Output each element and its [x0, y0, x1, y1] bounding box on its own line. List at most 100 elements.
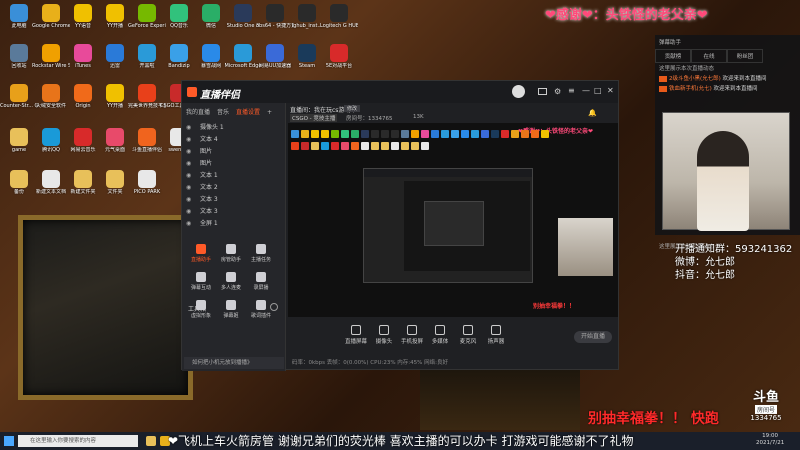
control-button[interactable]: 麦克风: [454, 325, 482, 345]
visibility-icon[interactable]: ◉: [186, 158, 191, 170]
tool-button[interactable]: 虚拟形象: [186, 297, 216, 325]
control-button[interactable]: 摄像头: [370, 325, 398, 345]
scene-item[interactable]: ◉ 图片: [182, 158, 285, 170]
preview-mini-icon: [411, 142, 419, 150]
app-icon: [10, 4, 28, 22]
control-button[interactable]: 扬声器: [482, 325, 510, 345]
tab-live-settings[interactable]: 直播设置: [236, 107, 260, 116]
menu-icon[interactable]: ≡: [568, 86, 575, 95]
tool-icon: [256, 272, 266, 282]
tab-my-live[interactable]: 我的直播: [186, 107, 210, 116]
avatar[interactable]: [512, 85, 525, 98]
mail-icon[interactable]: [538, 88, 547, 95]
scene-item[interactable]: ◉ 文本 1: [182, 170, 285, 182]
scene-item[interactable]: ◉ 全屏 1: [182, 218, 285, 230]
douyu-watermark: 斗鱼 房间号 1334765: [742, 386, 790, 422]
app-icon: [202, 44, 220, 62]
control-icon: [351, 325, 361, 335]
bell-icon[interactable]: 🔔: [588, 109, 597, 117]
fan-group-line: 开播通知群：593241362: [675, 244, 793, 255]
taskbar: 在这里输入你要搜索的内容 ❤飞机上车火箭房管 谢谢兄弟们的荧光棒 喜欢主播的可以…: [0, 432, 800, 450]
tab-add[interactable]: +: [267, 109, 272, 116]
tool-button[interactable]: 房管助手: [216, 241, 246, 269]
watermark-logo: 斗鱼: [752, 390, 779, 405]
tool-button[interactable]: 歌词插件: [246, 297, 276, 325]
tool-icon: [256, 244, 266, 254]
status-bar: 码率：0kbps 丢帧：0(0.00%) CPU:23% 内存:45% 网络:良…: [292, 360, 448, 366]
preview-mini-icon: [381, 130, 389, 138]
visibility-icon[interactable]: ◉: [186, 206, 191, 218]
close-icon[interactable]: ✕: [607, 86, 614, 95]
scene-item[interactable]: ◉ 文本 4: [182, 134, 285, 146]
app-titlebar: 直播伴侣 ⚙ ≡ — □ ✕: [182, 81, 618, 103]
taskbar-app-icon[interactable]: [146, 436, 156, 446]
tab-music[interactable]: 音乐: [217, 107, 229, 116]
control-button[interactable]: 多媒体: [426, 325, 454, 345]
visibility-icon[interactable]: ◉: [186, 194, 191, 206]
app-icon: [42, 128, 60, 146]
scene-item[interactable]: ◉ 摄像头 1: [182, 122, 285, 134]
tool-button[interactable]: 多人连麦: [216, 269, 246, 297]
clock-time: 19:00: [762, 433, 779, 439]
scene-item[interactable]: ◉ 文本 3: [182, 194, 285, 206]
scene-item[interactable]: ◉ 文本 2: [182, 182, 285, 194]
app-icon: [234, 4, 252, 22]
clock-date: 2021/7/21: [756, 440, 785, 446]
app-icon: [106, 44, 124, 62]
control-button[interactable]: 直播屏幕: [342, 325, 370, 345]
tool-button[interactable]: 直播助手: [186, 241, 216, 269]
preview-mini-icon: [451, 130, 459, 138]
visibility-icon[interactable]: ◉: [186, 170, 191, 182]
scene-label: 摄像头 1: [200, 124, 224, 131]
app-icon: [42, 84, 60, 102]
minimize-icon[interactable]: —: [582, 86, 590, 95]
scene-item[interactable]: ◉ 图片: [182, 146, 285, 158]
app-icon: [202, 4, 220, 22]
visibility-icon[interactable]: ◉: [186, 134, 191, 146]
desktop-icon[interactable]: 5E对战平台: [320, 44, 358, 84]
preview-mini-icon: [431, 130, 439, 138]
windows-start-icon[interactable]: [4, 436, 14, 446]
game-category[interactable]: CSGO - 竞技主播: [290, 114, 338, 122]
taskbar-search-input[interactable]: 在这里输入你要搜索的内容: [18, 435, 138, 447]
preview-mini-icon: [471, 130, 479, 138]
tab-online[interactable]: 在线: [691, 49, 727, 63]
desktop-icon[interactable]: PICO PARK: [128, 170, 166, 210]
tool-icon: [226, 300, 236, 310]
control-button[interactable]: 手机投屏: [398, 325, 426, 345]
tool-button[interactable]: 弹幕姬: [216, 297, 246, 325]
sidebar-tabs: 我的直播 音乐 直播设置 +: [182, 103, 285, 122]
visibility-icon[interactable]: ◉: [186, 182, 191, 194]
stream-preview[interactable]: ❤感谢❤：头铁怪的老父亲❤ 别抽幸福拳！！: [288, 123, 618, 317]
scene-label: 全屏 1: [200, 220, 218, 227]
preview-mini-icon: [481, 130, 489, 138]
desktop-icon[interactable]: Logitech G HUB: [320, 4, 358, 44]
preview-mini-icon: [311, 130, 319, 138]
scene-item[interactable]: ◉ 文本 3: [182, 206, 285, 218]
visibility-icon[interactable]: ◉: [186, 218, 191, 230]
control-icon: [463, 325, 473, 335]
control-label: 手机投屏: [400, 339, 423, 345]
stream-tag[interactable]: 修改: [344, 105, 361, 112]
tool-button[interactable]: 主播任务: [246, 241, 276, 269]
tool-label: 弹幕姬: [223, 313, 239, 319]
preview-mini-icon: [441, 130, 449, 138]
visibility-icon[interactable]: ◉: [186, 122, 191, 134]
maximize-icon[interactable]: □: [594, 86, 602, 95]
tool-icon: [256, 300, 266, 310]
start-live-button[interactable]: 开始直播: [574, 331, 612, 343]
chat-user: 铁血新手机(允七): [669, 86, 712, 92]
preview-mini-icon: [341, 142, 349, 150]
app-icon: [170, 4, 188, 22]
tool-button[interactable]: 弹幕互动: [186, 269, 216, 297]
tab-contribution[interactable]: 贡献榜: [655, 49, 691, 63]
settings-icon[interactable]: ⚙: [554, 87, 561, 96]
tool-button[interactable]: 录屏播: [246, 269, 276, 297]
app-icon: [74, 44, 92, 62]
visibility-icon[interactable]: ◉: [186, 146, 191, 158]
tab-fan-club[interactable]: 粉丝团: [727, 49, 763, 63]
preview-webcam: [558, 218, 613, 276]
notice-bar[interactable]: 如何把小机元放到播播》: [184, 357, 284, 369]
chat-text: 欢迎来到本直播间: [713, 86, 758, 92]
preview-mini-icon: [361, 142, 369, 150]
